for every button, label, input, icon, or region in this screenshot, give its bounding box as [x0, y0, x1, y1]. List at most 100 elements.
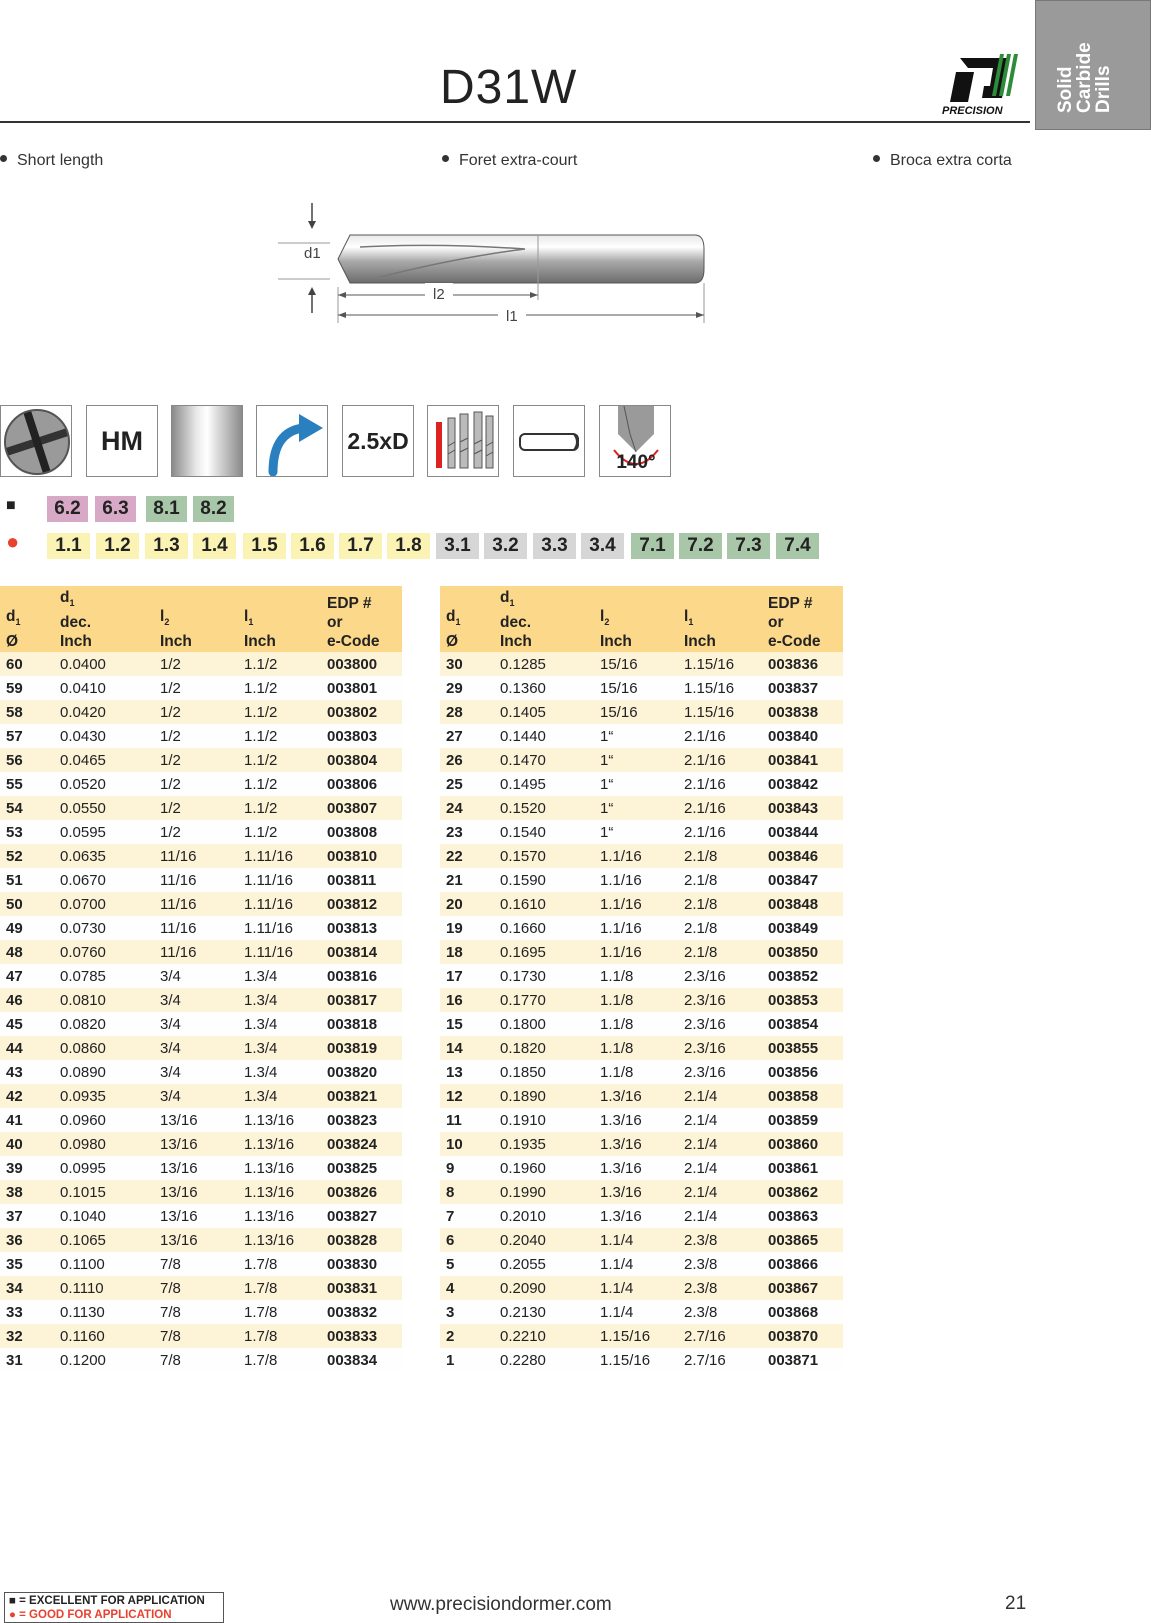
precision-logo: PRECISION: [942, 54, 1018, 117]
cell-dec: 0.0935: [54, 1084, 154, 1109]
cell-l1: 2.3/16: [678, 1036, 762, 1061]
cell-d1: 11: [440, 1108, 494, 1133]
cell-l2: 1.1/16: [594, 916, 678, 941]
cell-d1: 44: [0, 1036, 54, 1061]
table-row: 28 0.1405 15/16 1.15/16 003838: [440, 700, 843, 725]
application-chip: 1.3: [145, 533, 188, 559]
cell-edp: 003821: [321, 1084, 402, 1109]
application-chip: 3.2: [484, 533, 527, 559]
header-text: Ø: [446, 633, 459, 651]
cell-d1: 48: [0, 940, 54, 965]
cell-dec: 0.1285: [494, 652, 594, 677]
header-text: Inch: [600, 633, 632, 651]
col-header-edp: EDP # or e-Code: [762, 586, 843, 653]
cell-edp: 003827: [321, 1204, 402, 1229]
cell-edp: 003847: [762, 868, 843, 893]
cell-dec: 0.0430: [54, 724, 154, 749]
cell-l1: 1.3/4: [238, 1060, 321, 1085]
cell-d1: 43: [0, 1060, 54, 1085]
cell-edp: 003811: [321, 868, 402, 893]
table-row: 19 0.1660 1.1/16 2.1/8 003849: [440, 916, 843, 941]
table-row: 1 0.2280 1.15/16 2.7/16 003871: [440, 1348, 843, 1373]
col-header-d1: d1 Ø: [0, 586, 54, 653]
cell-l1: 1.7/8: [238, 1324, 321, 1349]
cell-d1: 24: [440, 796, 494, 821]
table-row: 8 0.1990 1.3/16 2.1/4 003862: [440, 1180, 843, 1205]
bullet-dot: [0, 155, 7, 163]
header-text: EDP #: [327, 595, 372, 613]
header-text: EDP #: [768, 595, 813, 613]
cell-d1: 50: [0, 892, 54, 917]
cell-dec: 0.1730: [494, 964, 594, 989]
cell-dec: 0.2055: [494, 1252, 594, 1277]
cell-l1: 1.3/4: [238, 1012, 321, 1037]
cell-l1: 1.7/8: [238, 1300, 321, 1325]
cell-d1: 35: [0, 1252, 54, 1277]
cell-l1: 1.13/16: [238, 1132, 321, 1157]
cell-dec: 0.0960: [54, 1108, 154, 1133]
cell-l2: 1/2: [154, 796, 238, 821]
table-row: 41 0.0960 13/16 1.13/16 003823: [0, 1108, 402, 1133]
cell-edp: 003858: [762, 1084, 843, 1109]
table-row: 24 0.1520 1“ 2.1/16 003843: [440, 796, 843, 821]
cell-l2: 1.15/16: [594, 1324, 678, 1349]
cell-edp: 003860: [762, 1132, 843, 1157]
cell-l1: 2.3/16: [678, 988, 762, 1013]
cell-d1: 25: [440, 772, 494, 797]
right-hand-spiral-icon: [256, 405, 328, 477]
cell-edp: 003834: [321, 1348, 402, 1373]
cell-l1: 2.1/8: [678, 916, 762, 941]
cell-dec: 0.0520: [54, 772, 154, 797]
cell-l2: 1/2: [154, 676, 238, 701]
website-link[interactable]: www.precisiondormer.com: [390, 1594, 612, 1616]
cell-l1: 1.7/8: [238, 1276, 321, 1301]
bright-finish-icon: [171, 405, 243, 477]
cell-l1: 2.7/16: [678, 1348, 762, 1373]
application-chip: 3.3: [533, 533, 576, 559]
header-sub: 1: [688, 617, 694, 628]
cell-d1: 49: [0, 916, 54, 941]
table-row: 34 0.1110 7/8 1.7/8 003831: [0, 1276, 402, 1301]
table-row: 17 0.1730 1.1/8 2.3/16 003852: [440, 964, 843, 989]
cell-l1: 1.1/2: [238, 820, 321, 845]
cell-edp: 003862: [762, 1180, 843, 1205]
description-en: Short length: [0, 152, 103, 170]
description-es: Broca extra corta: [873, 152, 1012, 170]
cell-d1: 12: [440, 1084, 494, 1109]
table-row: 56 0.0465 1/2 1.1/2 003804: [0, 748, 402, 773]
cell-d1: 17: [440, 964, 494, 989]
application-chip: 8.1: [146, 496, 187, 522]
cell-edp: 003816: [321, 964, 402, 989]
size-table-right: d1 Ø d1 dec. Inch l2 Inch l1 Inch EDP # or e-Co…: [440, 586, 843, 1373]
cell-l1: 2.3/16: [678, 1012, 762, 1037]
page-number: 21: [1005, 1593, 1027, 1614]
col-header-dec: d1 dec. Inch: [54, 586, 154, 653]
cell-dec: 0.1850: [494, 1060, 594, 1085]
cell-d1: 36: [0, 1228, 54, 1253]
table-row: 55 0.0520 1/2 1.1/2 003806: [0, 772, 402, 797]
application-chip: 3.1: [436, 533, 479, 559]
application-chip: 8.2: [193, 496, 234, 522]
cell-d1: 22: [440, 844, 494, 869]
table-row: 31 0.1200 7/8 1.7/8 003834: [0, 1348, 402, 1373]
header-text: dec.: [500, 614, 532, 632]
cell-dec: 0.0700: [54, 892, 154, 917]
point-angle-icon: 140°: [599, 405, 671, 477]
cell-d1: 8: [440, 1180, 494, 1205]
cell-dec: 0.1935: [494, 1132, 594, 1157]
cell-l1: 2.1/4: [678, 1108, 762, 1133]
cell-dec: 0.0730: [54, 916, 154, 941]
cell-edp: 003830: [321, 1252, 402, 1277]
cell-l1: 1.1/2: [238, 724, 321, 749]
cell-l2: 15/16: [594, 700, 678, 725]
cell-dec: 0.1130: [54, 1300, 154, 1325]
page-title: D31W: [440, 61, 578, 114]
cell-l2: 1“: [594, 772, 678, 797]
header-sub: 2: [604, 617, 610, 628]
cell-edp: 003823: [321, 1108, 402, 1133]
cell-l2: 1“: [594, 796, 678, 821]
header-text: Inch: [244, 633, 276, 651]
cell-dec: 0.1040: [54, 1204, 154, 1229]
table-row: 15 0.1800 1.1/8 2.3/16 003854: [440, 1012, 843, 1037]
cell-d1: 10: [440, 1132, 494, 1157]
